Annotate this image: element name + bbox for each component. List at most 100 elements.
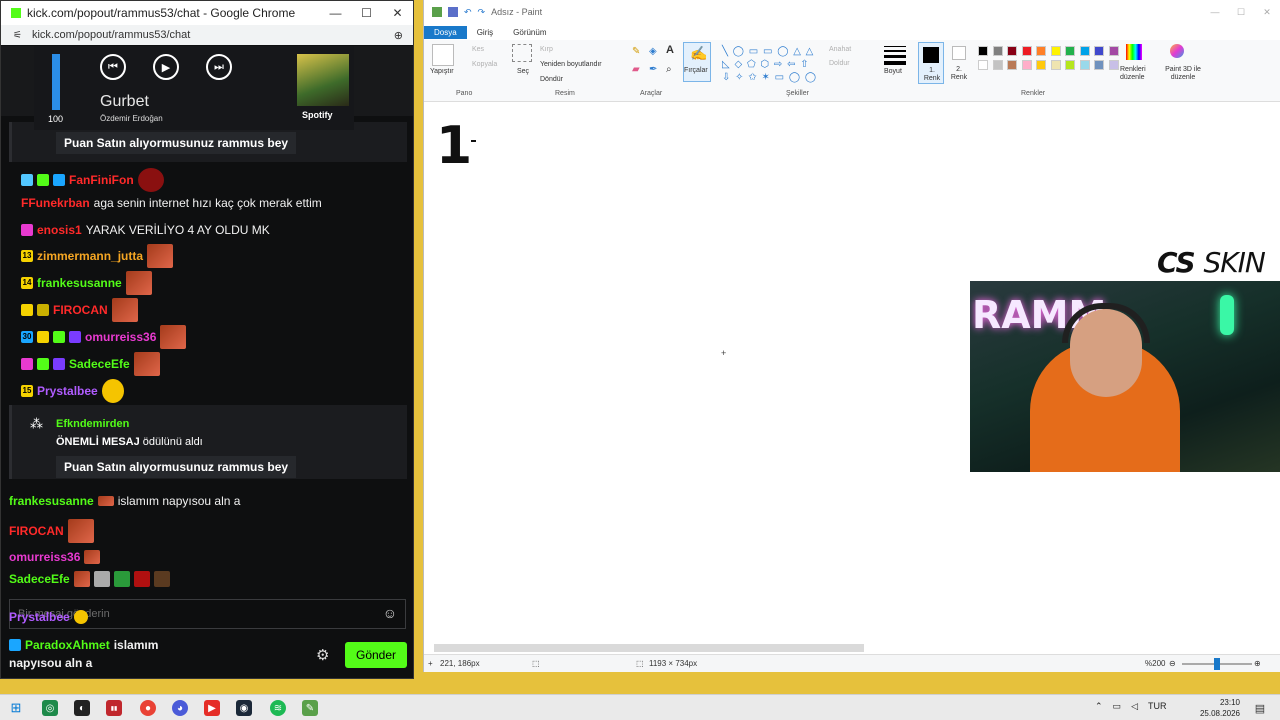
color-swatch[interactable] [992,60,1003,70]
text-icon[interactable]: A [666,44,674,56]
crop-button[interactable]: Kırp [540,46,553,53]
color-swatch[interactable] [1079,46,1090,56]
clock-time: 23:10 [1219,698,1240,707]
steam-icon[interactable]: ◉ [236,700,252,716]
chat-username[interactable]: FIROCAN [53,303,108,317]
size-icon[interactable] [884,46,906,65]
color-swatch[interactable] [1050,60,1061,70]
paste-button[interactable]: Yapıştır [430,68,454,75]
color-swatch[interactable] [1021,60,1032,70]
color-swatch[interactable] [1094,46,1104,56]
color-swatch[interactable] [1065,60,1075,70]
maximize-button[interactable]: ☐ [1228,7,1254,18]
address-bar[interactable]: ⚟ kick.com/popout/rammus53/chat ⊕ [1,25,413,45]
chrome-icon[interactable]: ● [140,700,156,716]
volume-icon[interactable]: ◁ [1131,701,1138,712]
chat-username[interactable]: FFunekrban [21,196,90,210]
network-icon[interactable]: ▭ [1113,701,1122,712]
close-button[interactable]: ✕ [382,6,413,20]
copy-button[interactable]: Kopyala [472,61,497,68]
tab-file[interactable]: Dosya [424,25,467,39]
zoom-icon[interactable]: ⊕ [394,29,403,42]
chat-username[interactable]: Prystalbee [37,384,98,398]
color-swatch[interactable] [1108,46,1119,56]
zoom-out-button[interactable]: ⊖ [1169,659,1176,668]
size-button[interactable]: Boyut [884,68,902,75]
pencil-icon[interactable]: ✎ [632,46,640,57]
send-button[interactable]: Gönder [345,642,407,668]
clipboard-icon[interactable] [432,44,454,66]
close-button[interactable]: ✕ [1254,7,1280,18]
edit-colors-button[interactable]: Renkleri düzenle [1120,66,1152,82]
color1-button[interactable]: 1. Renk [918,42,944,84]
color-swatch[interactable] [1108,60,1119,70]
color-swatch[interactable] [1007,46,1017,56]
redo-icon[interactable]: ↷ [478,7,486,18]
horizontal-scrollbar[interactable] [434,644,864,652]
next-track-button[interactable]: ⏭ [206,54,232,80]
reward-user[interactable]: Efkndemirden [56,418,129,430]
chat-username[interactable]: SadeceEfe [69,357,130,371]
tab-home[interactable]: Giriş [467,26,503,39]
windows-start-icon[interactable]: ⊞ [8,700,24,716]
maximize-button[interactable]: ☐ [351,6,382,20]
select-icon[interactable] [512,44,532,62]
voicemeeter-icon[interactable]: ▮▮ [106,700,122,716]
previous-track-button[interactable]: ⏮ [100,54,126,80]
app-icon[interactable]: ◐ [74,700,90,716]
color-swatch[interactable] [1007,60,1017,70]
outline-button[interactable]: Anahat [829,46,851,53]
discord-icon[interactable]: ◕ [172,700,188,716]
resize-button[interactable]: Yeniden boyutlandır [540,61,602,68]
color2-button[interactable]: 2. Renk [948,46,974,84]
color-swatch[interactable] [1036,60,1046,70]
tab-view[interactable]: Görünüm [503,26,556,39]
edit-colors-icon[interactable] [1126,44,1142,60]
color-picker-icon[interactable]: ✒ [649,64,657,75]
color-swatch[interactable] [978,60,988,70]
color-swatch[interactable] [1079,60,1090,70]
undo-icon[interactable]: ↶ [464,7,472,18]
chevron-up-icon[interactable]: ⌃ [1095,701,1103,712]
zoom-slider-thumb[interactable] [1214,658,1220,670]
chat-username[interactable]: frankesusanne [37,276,122,290]
zoom-in-button[interactable]: ⊕ [1254,659,1261,668]
play-button[interactable]: ▶ [153,54,179,80]
color-swatch[interactable] [1094,60,1104,70]
chat-window-title: kick.com/popout/rammus53/chat - Google C… [27,6,296,20]
volume-bar[interactable] [52,54,60,110]
shapes-gallery[interactable]: ╲ ◯ ▭ ▭ ◯ △ △ ◺ ◇ ⬠ ⬡ ⇨ ⇦ ⇧ ⇩ ✧ ✩ ✶ ▭ ◯ ◯ [722,45,822,85]
chat-username[interactable]: zimmermann_jutta [37,249,143,263]
fill-button[interactable]: Doldur [829,60,850,67]
color-swatch[interactable] [1036,46,1046,56]
save-icon[interactable] [448,7,458,17]
site-info-icon[interactable]: ⚟ [13,30,22,41]
clock[interactable]: 23:10 25.08.2026 [1200,697,1240,719]
color-swatch[interactable] [1021,46,1032,56]
paint-icon[interactable]: ✎ [302,700,318,716]
cut-button[interactable]: Kes [472,46,484,53]
chat-username[interactable]: enosis1 [37,223,82,237]
color-swatch[interactable] [992,46,1003,56]
minimize-button[interactable]: — [1202,7,1228,18]
color-swatch[interactable] [1065,46,1075,56]
magnifier-icon[interactable]: ⌕ [666,64,672,75]
youtube-icon[interactable]: ▶ [204,700,220,716]
brushes-button[interactable]: ✍ Fırçalar [683,42,711,82]
chat-username[interactable]: FanFiniFon [69,173,134,187]
fill-icon[interactable]: ◈ [649,46,657,57]
minimize-button[interactable]: — [320,6,351,20]
notification-icon[interactable]: ▤ [1252,700,1268,716]
paint3d-button[interactable]: Paint 3D ile düzenle [1159,66,1207,82]
paint3d-icon[interactable] [1170,44,1184,58]
rotate-button[interactable]: Döndür [540,76,563,83]
eraser-icon[interactable]: ▰ [632,64,640,75]
gear-icon[interactable]: ⚙ [316,646,329,664]
app-icon[interactable]: ◎ [42,700,58,716]
select-button[interactable]: Seç [517,68,529,75]
language-indicator[interactable]: TUR [1148,701,1167,712]
spotify-icon[interactable]: ≋ [270,700,286,716]
chat-username[interactable]: omurreiss36 [85,330,156,344]
color-swatch[interactable] [1050,46,1061,56]
color-swatch[interactable] [978,46,988,56]
